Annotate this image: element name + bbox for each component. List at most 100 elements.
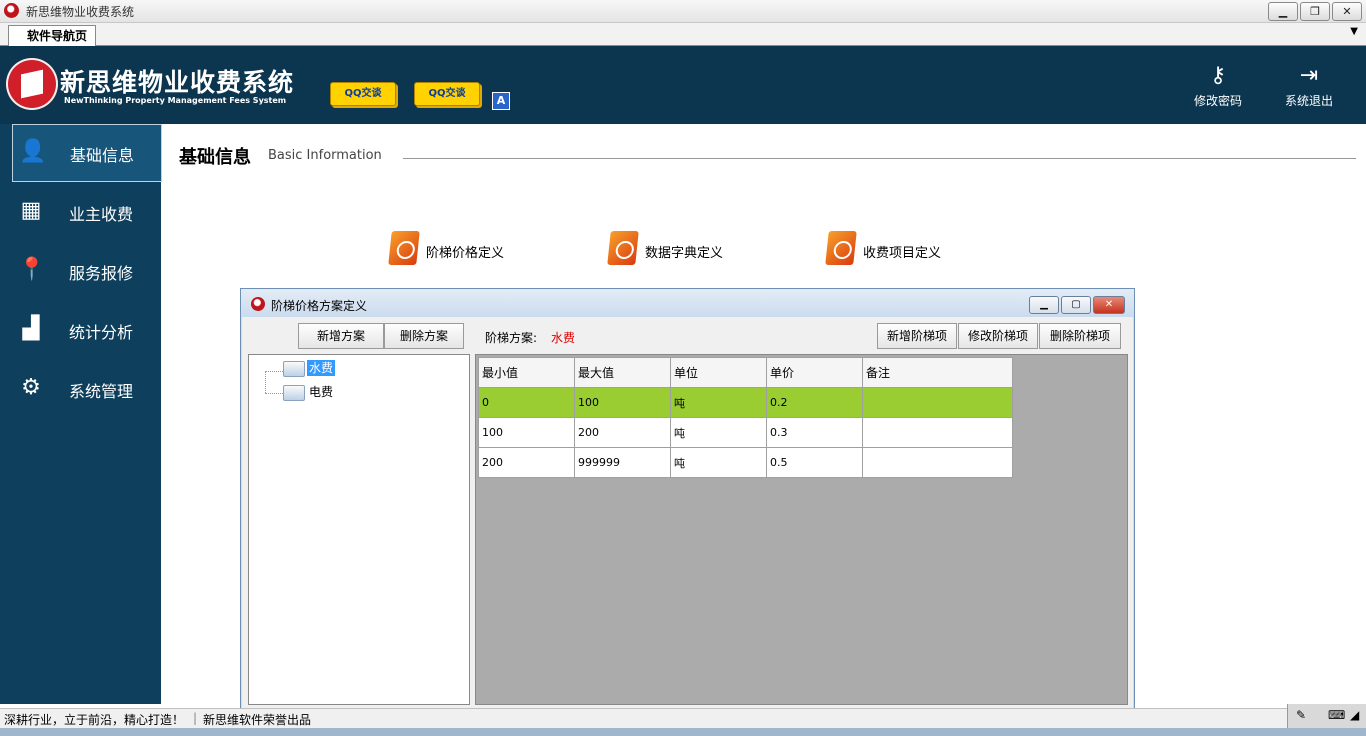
system-tray: ✎ ⌨ ◢	[1287, 704, 1366, 728]
grid-cell[interactable]: 0	[478, 387, 575, 418]
grid-cell[interactable]: 100	[478, 417, 575, 448]
sidebar-item-system[interactable]: ⚙ 系统管理	[12, 361, 160, 417]
exit-icon: ⇥	[1299, 63, 1319, 88]
app-icon	[4, 3, 19, 18]
sidebar-item-label: 服务报修	[69, 264, 134, 283]
column-header[interactable]: 单位	[670, 357, 767, 388]
grid-cell[interactable]	[862, 417, 1013, 448]
sidebar-item-statistics[interactable]: ▟ 统计分析	[12, 302, 160, 358]
user-icon: 👤	[19, 139, 47, 164]
key-icon: ⚷	[1209, 63, 1227, 88]
bar-chart-icon: ▟	[22, 316, 40, 341]
fee-item-definition-link[interactable]: 收费项目定义	[825, 231, 957, 267]
calendar-icon: ▦	[20, 198, 42, 223]
delete-scheme-button[interactable]: 删除方案	[384, 323, 464, 349]
data-dictionary-definition-link[interactable]: 数据字典定义	[607, 231, 739, 267]
resize-grip-icon[interactable]: ◢	[1350, 708, 1359, 722]
function-icon	[825, 231, 857, 265]
location-pin-icon: 📍	[18, 257, 46, 282]
dialog-minimize-button[interactable]: ▁	[1029, 296, 1059, 314]
tab-nav-home[interactable]: 软件导航页	[8, 25, 97, 46]
scheme-label: 阶梯方案:	[485, 331, 538, 345]
function-icon	[607, 231, 639, 265]
page-title: 基础信息	[179, 147, 251, 168]
gear-icon: ⚙	[21, 375, 41, 400]
dialog-maximize-button[interactable]: ▢	[1061, 296, 1091, 314]
column-header[interactable]: 最小值	[478, 357, 575, 388]
folder-icon	[283, 361, 305, 377]
function-label: 数据字典定义	[645, 246, 724, 261]
tray-icon[interactable]: ✎	[1296, 708, 1306, 722]
scheme-tree: 水费 电费	[248, 354, 470, 705]
window-title: 新思维物业收费系统	[26, 5, 135, 19]
tier-grid-container: 最小值 最大值 单位 单价 备注 0 100 吨 0.2 100 200 吨 0…	[475, 354, 1128, 705]
logout-label: 系统退出	[1284, 94, 1333, 108]
grid-cell[interactable]	[862, 447, 1013, 478]
tier-price-dialog: 阶梯价格方案定义 ▁ ▢ ✕ 新增方案 删除方案 阶梯方案: 水费 新增阶梯项 …	[240, 288, 1135, 714]
brand-title: 新思维物业收费系统	[60, 68, 295, 97]
qq-chat-button-1[interactable]: QQ交谈	[330, 82, 396, 106]
minimize-button[interactable]: ▁	[1268, 2, 1298, 21]
function-icon	[388, 231, 420, 265]
restore-button[interactable]: ❐	[1300, 2, 1330, 21]
column-header[interactable]: 最大值	[574, 357, 671, 388]
dialog-title: 阶梯价格方案定义	[271, 299, 368, 313]
edit-tier-button[interactable]: 修改阶梯项	[958, 323, 1038, 349]
keyboard-icon[interactable]: ⌨	[1328, 708, 1345, 722]
tab-strip: 软件导航页 ▼	[0, 23, 1366, 46]
column-header[interactable]: 备注	[862, 357, 1013, 388]
grid-cell[interactable]: 999999	[574, 447, 671, 478]
grid-cell[interactable]: 0.5	[766, 447, 863, 478]
function-label: 收费项目定义	[863, 246, 942, 261]
status-slogan: 深耕行业，立于前沿，精心打造！	[4, 713, 185, 727]
add-tier-button[interactable]: 新增阶梯项	[877, 323, 957, 349]
grid-cell[interactable]: 0.3	[766, 417, 863, 448]
sidebar-item-repair[interactable]: 📍 服务报修	[12, 243, 160, 299]
change-password-label: 修改密码	[1193, 94, 1242, 108]
qq-chat-button-2[interactable]: QQ交谈	[414, 82, 480, 106]
dialog-title-bar: 阶梯价格方案定义 ▁ ▢ ✕	[241, 289, 1134, 317]
sidebar-item-label: 基础信息	[70, 146, 135, 165]
column-header[interactable]: 单价	[766, 357, 863, 388]
add-scheme-button[interactable]: 新增方案	[298, 323, 384, 349]
tier-price-definition-link[interactable]: 阶梯价格定义	[388, 231, 520, 267]
sidebar-item-basic-info[interactable]: 👤 基础信息	[12, 124, 162, 182]
app-icon	[251, 297, 265, 311]
grid-cell[interactable]	[862, 387, 1013, 418]
table-row[interactable]: 200 999999 吨 0.5	[478, 447, 1013, 478]
function-label: 阶梯价格定义	[426, 246, 505, 261]
table-row[interactable]: 0 100 吨 0.2	[478, 387, 1013, 418]
grid-cell[interactable]: 200	[478, 447, 575, 478]
title-divider	[403, 158, 1356, 159]
chevron-down-icon[interactable]: ▼	[1350, 26, 1358, 37]
grid-cell[interactable]: 200	[574, 417, 671, 448]
logo-icon	[6, 58, 58, 110]
scheme-value: 水费	[551, 331, 576, 345]
sidebar-item-owner-fees[interactable]: ▦ 业主收费	[12, 184, 160, 240]
change-password-button[interactable]: ⚷ 修改密码	[1188, 60, 1248, 109]
grid-cell[interactable]: 0.2	[766, 387, 863, 418]
tree-node-label: 水费	[307, 360, 336, 376]
window-title-bar: 新思维物业收费系统 ▁ ❐ ✕	[0, 0, 1366, 23]
sidebar-item-label: 统计分析	[69, 323, 134, 342]
status-divider: |	[193, 711, 198, 725]
folder-icon	[283, 385, 305, 401]
close-button[interactable]: ✕	[1332, 2, 1362, 21]
grid-cell[interactable]: 吨	[670, 417, 767, 448]
a-badge-icon[interactable]: A	[492, 92, 510, 110]
delete-tier-button[interactable]: 删除阶梯项	[1039, 323, 1121, 349]
grid-cell[interactable]: 吨	[670, 387, 767, 418]
dialog-close-button[interactable]: ✕	[1093, 296, 1125, 314]
logout-button[interactable]: ⇥ 系统退出	[1279, 60, 1339, 109]
tier-grid: 最小值 最大值 单位 单价 备注 0 100 吨 0.2 100 200 吨 0…	[478, 357, 1013, 478]
table-row[interactable]: 100 200 吨 0.3	[478, 417, 1013, 448]
brand-subtitle: NewThinking Property Management Fees Sys…	[64, 96, 287, 105]
sidebar-item-label: 业主收费	[69, 205, 134, 224]
grid-cell[interactable]: 吨	[670, 447, 767, 478]
page-title-en: Basic Information	[268, 148, 382, 163]
status-credit: 新思维软件荣誉出品	[203, 713, 312, 727]
grid-cell[interactable]: 100	[574, 387, 671, 418]
status-bar: 深耕行业，立于前沿，精心打造！ | 新思维软件荣誉出品	[0, 708, 1366, 729]
tree-node-label: 电费	[309, 385, 334, 399]
sidebar-item-label: 系统管理	[69, 382, 134, 401]
